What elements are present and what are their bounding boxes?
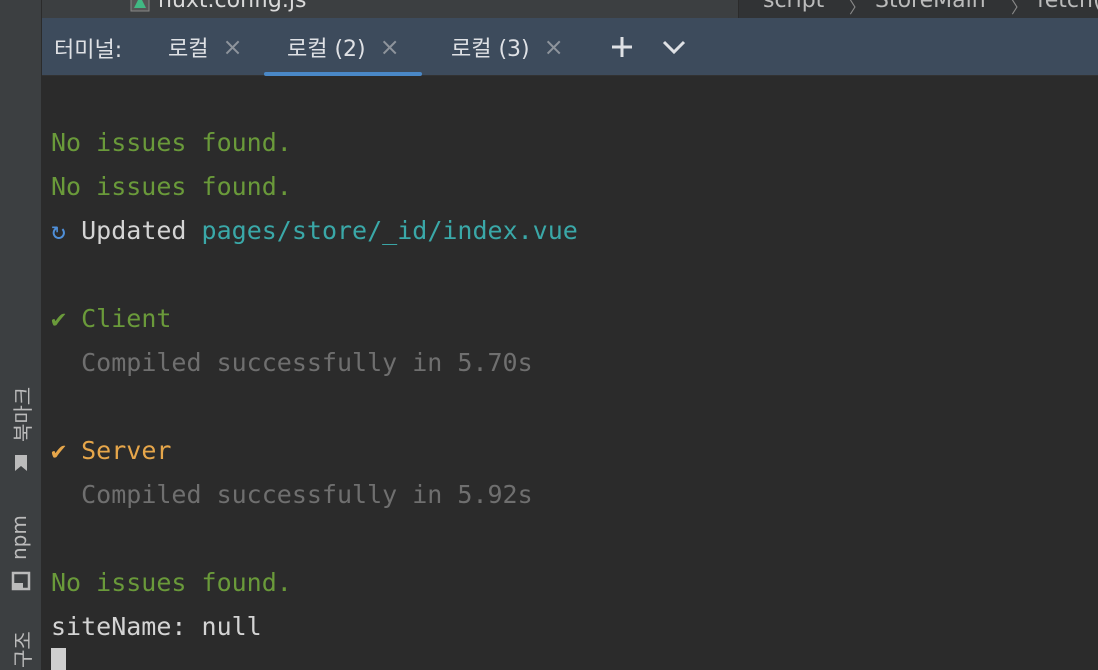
file-path-link[interactable]: pages/store/_id/index.vue — [202, 216, 578, 245]
tab-label: 로컬 (2) — [287, 37, 366, 62]
breadcrumb-separator-icon: 〉 — [1011, 0, 1028, 17]
terminal-line: ✔ Server — [51, 436, 171, 466]
terminal-tab-bar: 터미널: 로컬 × 로컬 (2) × 로컬 (3) × — [42, 18, 1098, 76]
editor-top-strip: nuxt.config.js script 〉 StoreMain 〉 fetc… — [42, 0, 1098, 18]
structure-label: 구조 — [11, 631, 35, 668]
file-name: nuxt.config.js — [158, 0, 307, 13]
compile-status: Compiled successfully in 5.92s — [81, 480, 533, 509]
breadcrumb-item-fetch[interactable]: fetch() — [1037, 0, 1098, 13]
breadcrumb-separator-icon: 〉 — [849, 0, 866, 17]
nuxt-file-icon — [130, 0, 150, 11]
left-tool-strip: 북마크 npm 구조 — [0, 0, 42, 670]
plus-icon[interactable] — [609, 34, 635, 60]
client-label: Client — [81, 304, 172, 333]
tab-label: 로컬 — [168, 37, 209, 62]
terminal-line: No issues found. — [51, 568, 292, 597]
terminal-line: siteName: null — [51, 612, 262, 641]
bookmark-icon[interactable] — [11, 453, 31, 473]
chevron-down-icon[interactable] — [661, 34, 687, 60]
terminal-title: 터미널: — [54, 38, 123, 63]
compile-status: Compiled successfully in 5.70s — [81, 348, 533, 377]
updated-label: Updated — [81, 216, 187, 245]
close-icon[interactable]: × — [544, 35, 564, 59]
terminal-output[interactable]: No issues found. No issues found. ↻ Upda… — [42, 76, 1098, 670]
check-icon: ✔ — [51, 304, 67, 333]
breadcrumb-item-storemain[interactable]: StoreMain — [875, 0, 986, 13]
terminal-cursor — [51, 648, 66, 670]
tab-local-1[interactable]: 로컬 × — [168, 18, 243, 76]
terminal-line: No issues found. — [51, 128, 292, 157]
terminal-line: ✔ Client — [51, 304, 171, 334]
terminal-line: No issues found. — [51, 172, 292, 201]
tab-label: 로컬 (3) — [451, 37, 530, 62]
npm-icon[interactable] — [11, 571, 31, 591]
bookmarks-label: 북마크 — [11, 386, 35, 442]
close-icon[interactable]: × — [380, 35, 400, 59]
file-tree-item[interactable]: nuxt.config.js — [130, 0, 306, 13]
structure-tool-button[interactable]: 구조 — [7, 631, 36, 668]
breadcrumb-item-script[interactable]: script — [763, 0, 824, 13]
tab-local-3[interactable]: 로컬 (3) × — [451, 18, 564, 76]
refresh-icon: ↻ — [51, 216, 67, 245]
check-icon: ✔ — [51, 436, 67, 465]
terminal-line: Compiled successfully in 5.70s — [51, 348, 533, 378]
npm-tool-button[interactable]: npm — [7, 515, 31, 560]
close-icon[interactable]: × — [222, 35, 242, 59]
terminal-line: ↻ Updated pages/store/_id/index.vue — [51, 216, 578, 246]
terminal-line: Compiled successfully in 5.92s — [51, 480, 533, 510]
server-label: Server — [81, 436, 172, 465]
npm-label: npm — [7, 515, 31, 560]
tab-local-2[interactable]: 로컬 (2) × — [264, 18, 422, 76]
bookmarks-tool-button[interactable]: 북마크 — [7, 387, 36, 442]
breadcrumb: script 〉 StoreMain 〉 fetch() — [738, 0, 1098, 18]
